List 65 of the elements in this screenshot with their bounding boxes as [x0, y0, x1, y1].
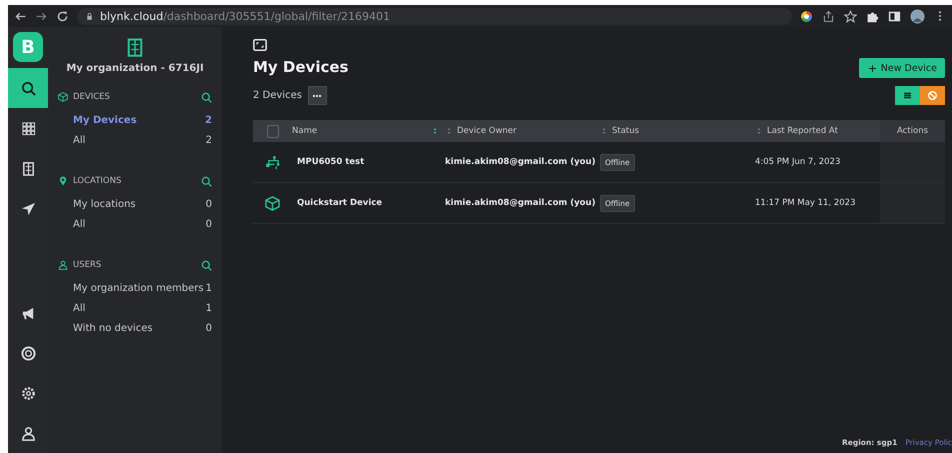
- building-icon: [125, 37, 145, 57]
- column-header[interactable]: Device Owner: [457, 126, 517, 136]
- lifebuoy-icon: [20, 346, 36, 360]
- google-icon: [800, 10, 813, 22]
- search-icon: [201, 260, 212, 270]
- section-search-button[interactable]: [201, 260, 212, 270]
- section-title: LOCATIONS: [73, 176, 122, 186]
- circuit-icon: [265, 154, 280, 170]
- last-reported-time: 4:05 PM Jun 7, 2023: [755, 157, 840, 167]
- user-icon: [58, 260, 68, 270]
- owner-email: kimie.akim08@gmail.com (you): [445, 157, 596, 167]
- settings-icon: [20, 386, 36, 400]
- extensions-icon: [866, 10, 879, 22]
- megaphone-icon: [20, 306, 36, 320]
- plus-icon: [866, 62, 878, 74]
- sidebar-item[interactable]: All 0: [73, 214, 212, 234]
- more-options-button[interactable]: [308, 86, 327, 105]
- section-search-button[interactable]: [201, 92, 212, 102]
- last-reported-time: 11:17 PM May 11, 2023: [755, 198, 856, 208]
- expand-icon: [253, 38, 267, 52]
- cube-icon: [265, 196, 280, 210]
- list-icon: [902, 90, 913, 101]
- sidebar-item[interactable]: My locations 0: [73, 194, 212, 214]
- column-header: Actions: [896, 126, 928, 136]
- device-count: 2 Devices: [253, 90, 302, 101]
- reload-button[interactable]: [56, 10, 69, 22]
- avatar-icon: [910, 8, 925, 24]
- sidebar-item[interactable]: My organization members 1: [73, 278, 212, 298]
- side-panel-icon: [888, 10, 901, 22]
- section-title: DEVICES: [73, 92, 111, 102]
- sidebar-item[interactable]: All 2: [73, 130, 212, 150]
- grid-icon: [20, 120, 36, 136]
- url-path: /dashboard/305551/global/filter/2169401: [163, 10, 390, 22]
- sidebar-item[interactable]: All 1: [73, 298, 212, 318]
- building-icon: [20, 160, 36, 176]
- expand-button[interactable]: [253, 38, 267, 52]
- user-icon: [20, 426, 36, 440]
- new-device-button[interactable]: New Device: [858, 58, 945, 78]
- bookmark-star-icon: [844, 10, 857, 22]
- owner-email: kimie.akim08@gmail.com (you): [445, 198, 596, 208]
- sidebar-item[interactable]: With no devices 0: [73, 318, 212, 338]
- paper-plane-icon: [20, 200, 36, 216]
- list-view-button[interactable]: [895, 86, 920, 105]
- reload-icon: [56, 10, 69, 22]
- column-header[interactable]: Status: [612, 126, 640, 136]
- section-title: USERS: [73, 260, 102, 270]
- location-pin-icon: [58, 176, 68, 186]
- address-bar[interactable]: blynk.cloud/dashboard/305551/global/filter/2169401: [77, 8, 792, 24]
- select-all-checkbox[interactable]: [266, 124, 278, 138]
- column-header[interactable]: Name: [292, 126, 318, 136]
- search-icon: [201, 176, 212, 186]
- url-domain: blynk.cloud: [100, 10, 164, 22]
- page-title: My Devices: [253, 58, 348, 76]
- search-icon: [201, 92, 212, 102]
- share-icon: [822, 10, 835, 22]
- cube-icon: [58, 92, 68, 102]
- search-icon: [20, 80, 36, 96]
- organization-name: My organization - 6716JI: [66, 63, 204, 74]
- device-name[interactable]: MPU6050 test: [292, 157, 364, 167]
- nav-item[interactable]: [8, 68, 48, 108]
- section-search-button[interactable]: [201, 176, 212, 186]
- map-icon: [927, 90, 938, 101]
- sidebar-item[interactable]: My Devices 2: [73, 110, 212, 130]
- device-name[interactable]: Quickstart Device: [292, 198, 382, 208]
- lock-icon: [85, 12, 94, 20]
